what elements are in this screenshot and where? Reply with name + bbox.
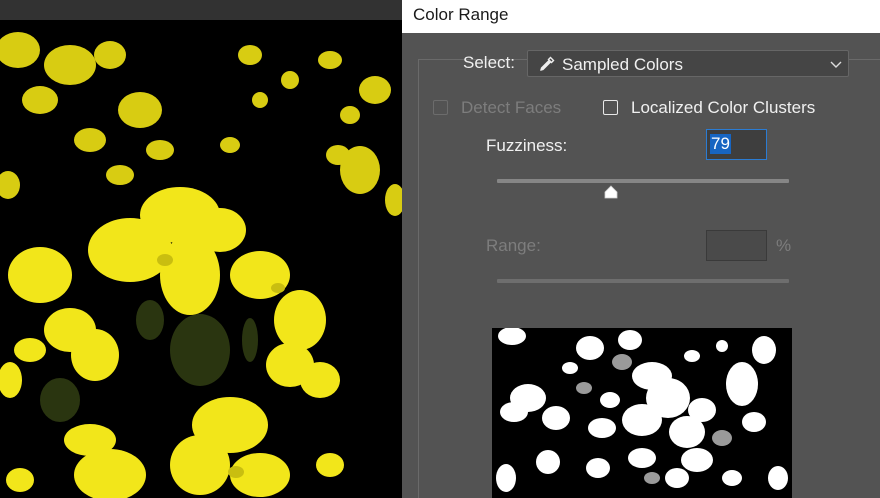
dialog-titlebar[interactable]: Color Range [402, 0, 880, 33]
select-label: Select: [463, 53, 515, 72]
flower-photo [0, 20, 402, 498]
selection-preview [492, 328, 792, 498]
select-value: Sampled Colors [562, 55, 683, 74]
canvas-tab-bar [0, 0, 402, 20]
image-canvas[interactable] [0, 0, 402, 498]
dialog-title: Color Range [413, 5, 509, 24]
localized-clusters-label: Localized Color Clusters [631, 98, 816, 117]
detect-faces-label: Detect Faces [461, 98, 562, 117]
range-label: Range: [486, 236, 541, 255]
range-unit: % [776, 236, 792, 255]
range-input[interactable] [706, 230, 767, 261]
detect-faces-checkbox[interactable] [433, 100, 448, 115]
fuzziness-input[interactable]: 79 [706, 129, 767, 160]
fuzziness-value: 79 [710, 134, 731, 154]
select-dropdown[interactable]: Sampled Colors [527, 50, 849, 77]
group-border-left [418, 59, 419, 498]
color-range-dialog: Color Range Select: Sampled Colors Detec… [402, 0, 880, 498]
localized-clusters-checkbox[interactable] [603, 100, 618, 115]
fuzziness-label: Fuzziness: [486, 136, 568, 155]
chevron-down-icon [830, 61, 842, 68]
fuzziness-slider-track[interactable] [497, 179, 789, 183]
fuzziness-slider-thumb[interactable] [603, 185, 619, 199]
eyedropper-icon [540, 56, 555, 71]
range-slider-track [497, 279, 789, 283]
